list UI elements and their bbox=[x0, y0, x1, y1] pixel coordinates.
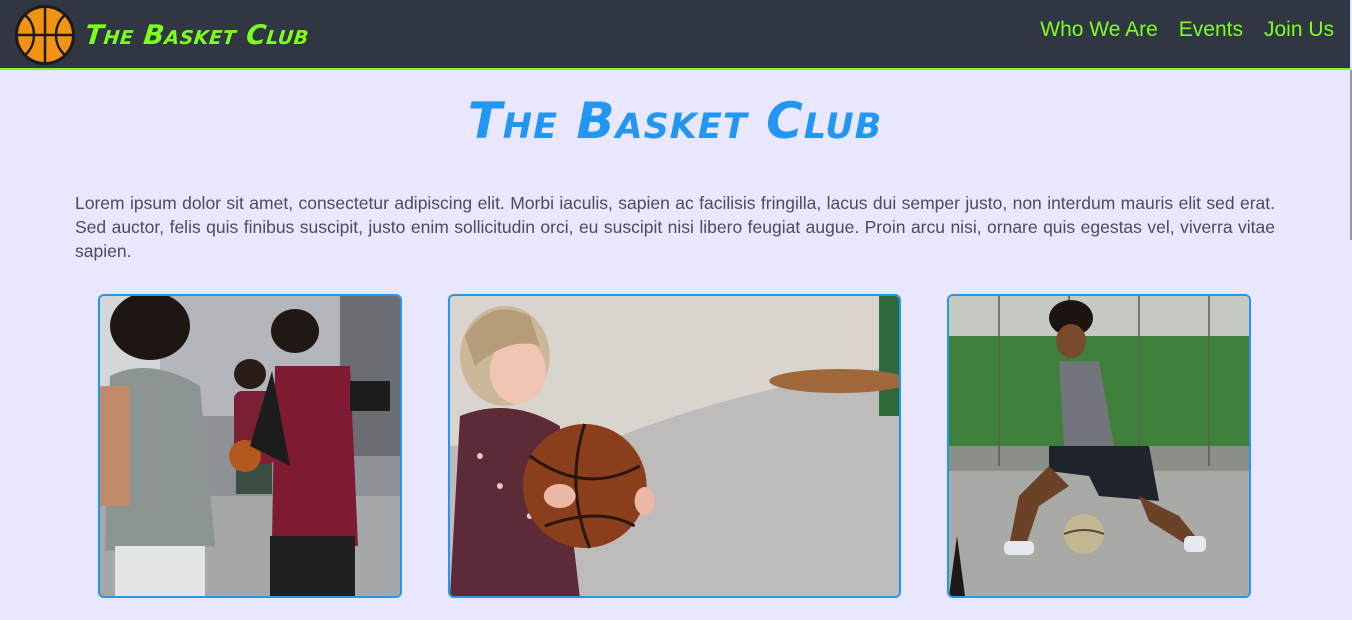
nav-link-events[interactable]: Events bbox=[1179, 18, 1243, 42]
brand[interactable]: The Basket Club bbox=[15, 5, 311, 65]
nav-link-who-we-are[interactable]: Who We Are bbox=[1040, 18, 1158, 42]
page-title: The Basket Club bbox=[467, 92, 883, 150]
brand-name: The Basket Club bbox=[83, 19, 311, 51]
nav-link-join-us[interactable]: Join Us bbox=[1264, 18, 1334, 42]
navbar: The Basket Club Who We Are Events Join U… bbox=[0, 0, 1350, 70]
basketball-icon bbox=[15, 5, 75, 65]
intro-paragraph: Lorem ipsum dolor sit amet, consectetur … bbox=[75, 193, 1275, 261]
photo-girl-with-ball bbox=[448, 294, 901, 598]
main-nav: Who We Are Events Join Us bbox=[1019, 18, 1334, 42]
photo-player-dribbling bbox=[947, 294, 1251, 598]
photo-teens-basketball bbox=[98, 294, 402, 598]
